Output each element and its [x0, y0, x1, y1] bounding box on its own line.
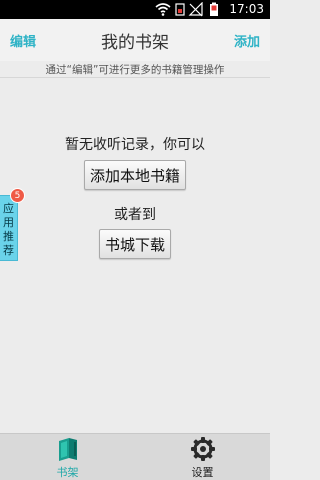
tab-settings-label: 设置 — [191, 466, 214, 479]
title-bar: 编辑 我的书架 添加 — [0, 19, 270, 61]
gear-icon — [191, 437, 215, 461]
app-recommend-tab[interactable]: 应用 推荐 — [0, 195, 18, 261]
wifi-icon — [155, 3, 171, 16]
empty-message: 暂无收听记录，你可以 — [65, 137, 205, 153]
battery-icon — [210, 2, 218, 16]
add-local-books-button[interactable]: 添加本地书籍 — [84, 160, 186, 190]
page-title: 我的书架 — [101, 33, 169, 53]
recommend-label-1: 应用 — [3, 202, 14, 229]
status-icons — [154, 2, 226, 17]
edit-hint: 通过“编辑”可进行更多的书籍管理操作 — [45, 64, 225, 76]
signal-icon — [188, 2, 203, 17]
status-bar: 17:03 — [0, 0, 270, 19]
books-icon — [59, 438, 77, 461]
tab-bookshelf[interactable]: 书架 — [0, 434, 135, 480]
clock: 17:03 — [229, 2, 264, 16]
divider — [0, 77, 270, 78]
notification-badge: 5 — [10, 188, 25, 203]
tab-settings[interactable]: 设置 — [135, 434, 270, 480]
bottom-nav: 书架 设置 — [0, 433, 270, 480]
store-download-button[interactable]: 书城下载 — [99, 229, 171, 259]
tab-bookshelf-label: 书架 — [56, 466, 79, 479]
recommend-label-2: 推荐 — [3, 230, 14, 257]
or-text: 或者到 — [114, 207, 156, 223]
add-button[interactable]: 添加 — [234, 31, 260, 50]
sim-card-icon — [175, 3, 185, 16]
